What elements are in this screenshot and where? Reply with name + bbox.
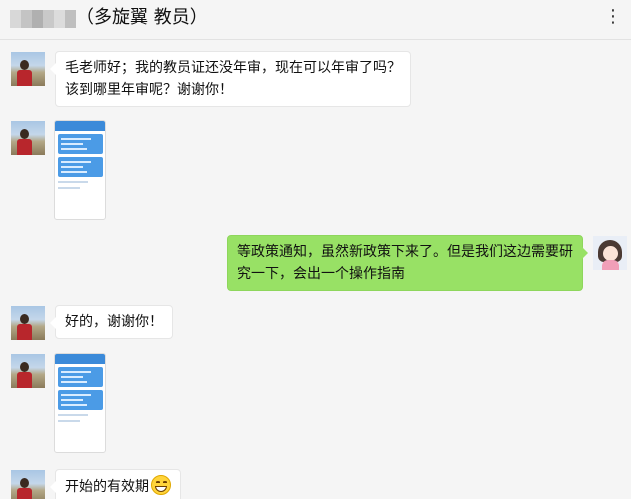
contact-avatar[interactable] — [11, 52, 45, 86]
image-message-thumbnail[interactable] — [54, 353, 106, 453]
grinning-face-emoji-icon — [151, 475, 171, 495]
message-text: 究一下，会出一个操作指南 — [237, 266, 405, 282]
message-bubble[interactable]: 开始的有效期 — [50, 469, 181, 499]
message-text: 该到哪里年审呢？谢谢你！ — [65, 82, 233, 98]
chat-header: （多旋翼 教员） ⋮ — [0, 0, 631, 40]
more-options-icon[interactable]: ⋮ — [604, 6, 623, 28]
chat-title: （多旋翼 教员） — [76, 7, 208, 28]
image-message-thumbnail[interactable] — [54, 120, 106, 220]
message-text: 等政策通知，虽然新政策下来了。但是我们这边需要研 — [237, 244, 573, 260]
message-bubble[interactable]: 好的，谢谢你！ — [50, 305, 173, 339]
message-text: 好的，谢谢你！ — [65, 314, 163, 330]
my-avatar[interactable] — [593, 236, 627, 270]
contact-avatar[interactable] — [11, 306, 45, 340]
blurred-contact-name — [10, 10, 76, 28]
contact-avatar[interactable] — [11, 470, 45, 499]
contact-avatar[interactable] — [11, 121, 45, 155]
contact-avatar[interactable] — [11, 354, 45, 388]
message-bubble-outgoing[interactable]: 等政策通知，虽然新政策下来了。但是我们这边需要研 究一下，会出一个操作指南 — [227, 235, 588, 291]
message-text: 毛老师好；我的教员证还没年审，现在可以年审了吗？ — [65, 60, 401, 76]
message-bubble[interactable]: 毛老师好；我的教员证还没年审，现在可以年审了吗？ 该到哪里年审呢？谢谢你！ — [50, 51, 411, 107]
message-text: 开始的有效期 — [65, 479, 149, 495]
